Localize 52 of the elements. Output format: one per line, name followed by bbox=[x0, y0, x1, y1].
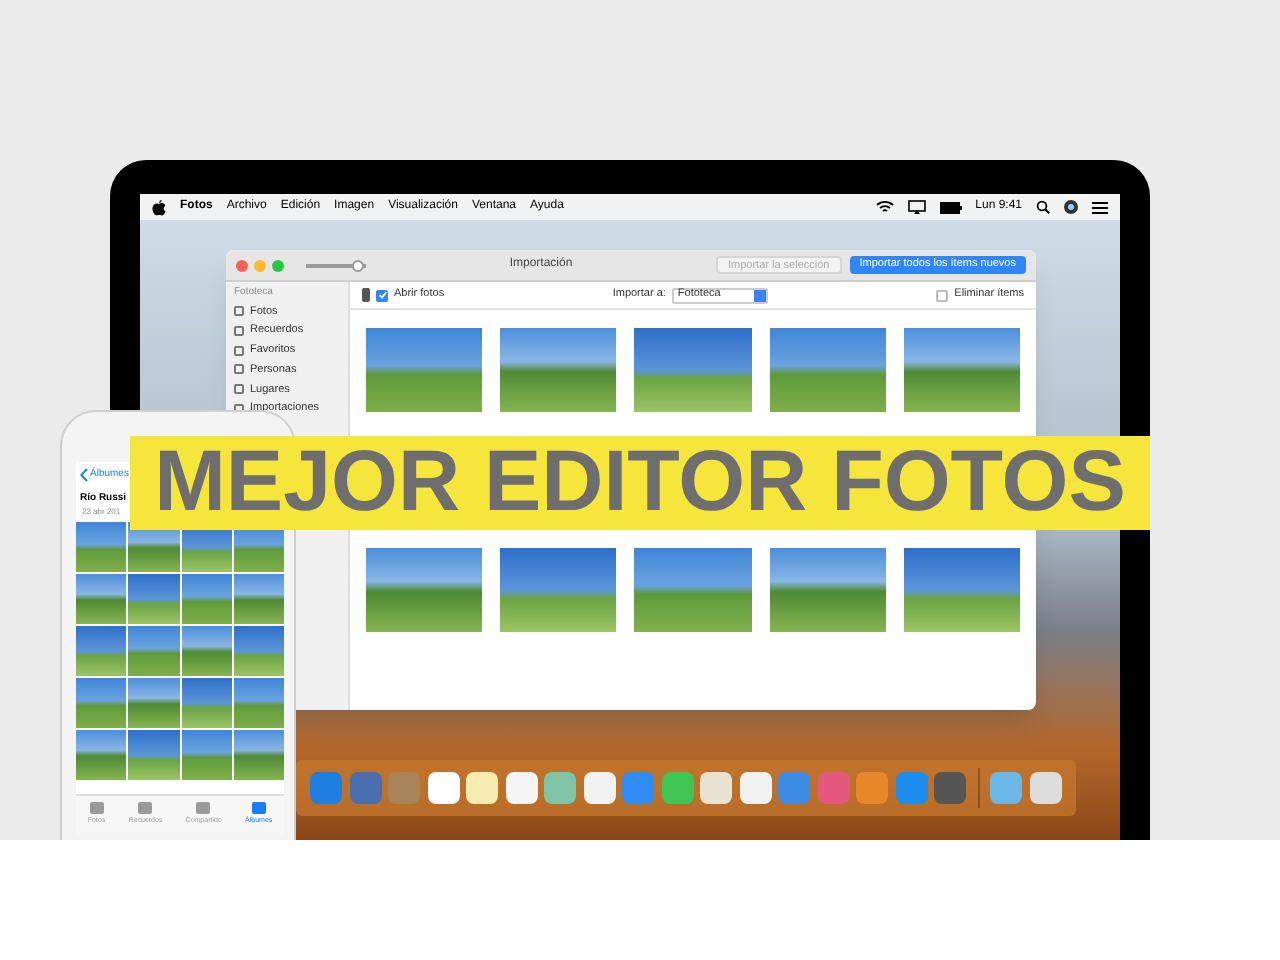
photo-placeholder bbox=[903, 548, 1020, 632]
wifi-icon[interactable] bbox=[875, 200, 894, 214]
display-icon[interactable] bbox=[907, 200, 926, 214]
dock-app-icon[interactable] bbox=[544, 772, 577, 804]
dock-app-icon[interactable] bbox=[739, 772, 772, 804]
dock-app-icon[interactable] bbox=[427, 772, 460, 804]
photo-placeholder bbox=[76, 574, 127, 624]
photo-placeholder bbox=[181, 574, 232, 624]
dock-app-icon[interactable] bbox=[700, 772, 733, 804]
list-icon[interactable] bbox=[1092, 201, 1108, 213]
photo-placeholder bbox=[128, 626, 179, 676]
search-icon[interactable] bbox=[1036, 200, 1050, 214]
zoom-icon[interactable] bbox=[272, 259, 284, 271]
battery-icon[interactable] bbox=[939, 201, 962, 213]
photo-placeholder bbox=[76, 522, 127, 572]
photo-placeholder bbox=[76, 626, 127, 676]
close-icon[interactable] bbox=[236, 259, 248, 271]
photo-placeholder bbox=[233, 678, 284, 728]
dock-app-icon[interactable] bbox=[1029, 772, 1062, 804]
apple-icon[interactable] bbox=[152, 199, 166, 215]
dock-app-icon[interactable] bbox=[505, 772, 538, 804]
photo-placeholder bbox=[181, 626, 232, 676]
photo-placeholder bbox=[233, 574, 284, 624]
dock-app-icon[interactable] bbox=[583, 772, 616, 804]
photo-placeholder bbox=[76, 678, 127, 728]
photo-placeholder bbox=[181, 730, 232, 780]
photo-placeholder bbox=[181, 678, 232, 728]
dock-app-icon[interactable] bbox=[934, 772, 967, 804]
photo-placeholder bbox=[500, 548, 617, 632]
photo-placeholder bbox=[76, 730, 127, 780]
checkbox[interactable] bbox=[936, 289, 949, 301]
dock-app-icon[interactable] bbox=[661, 772, 694, 804]
back-chevron-icon[interactable] bbox=[80, 468, 88, 483]
photo-placeholder bbox=[769, 548, 886, 632]
photo-placeholder bbox=[128, 678, 179, 728]
siri-icon[interactable] bbox=[1064, 200, 1078, 214]
photo-placeholder bbox=[769, 328, 886, 412]
photo-placeholder bbox=[903, 328, 1020, 412]
photo-placeholder bbox=[233, 730, 284, 780]
photo-placeholder bbox=[366, 548, 483, 632]
photo-placeholder bbox=[128, 730, 179, 780]
banner-text: MEJOR EDITOR FOTOS bbox=[154, 440, 1126, 526]
photo-placeholder bbox=[634, 328, 752, 412]
photo-placeholder bbox=[233, 626, 284, 676]
dock-app-icon[interactable] bbox=[990, 772, 1023, 804]
photo-placeholder bbox=[500, 328, 617, 412]
photo-placeholder bbox=[634, 548, 752, 632]
slider-thumb[interactable] bbox=[351, 259, 364, 271]
phone-icon bbox=[362, 288, 370, 302]
photo-placeholder bbox=[366, 328, 483, 412]
dock-app-icon[interactable] bbox=[466, 772, 499, 804]
photo-placeholder bbox=[128, 574, 179, 624]
